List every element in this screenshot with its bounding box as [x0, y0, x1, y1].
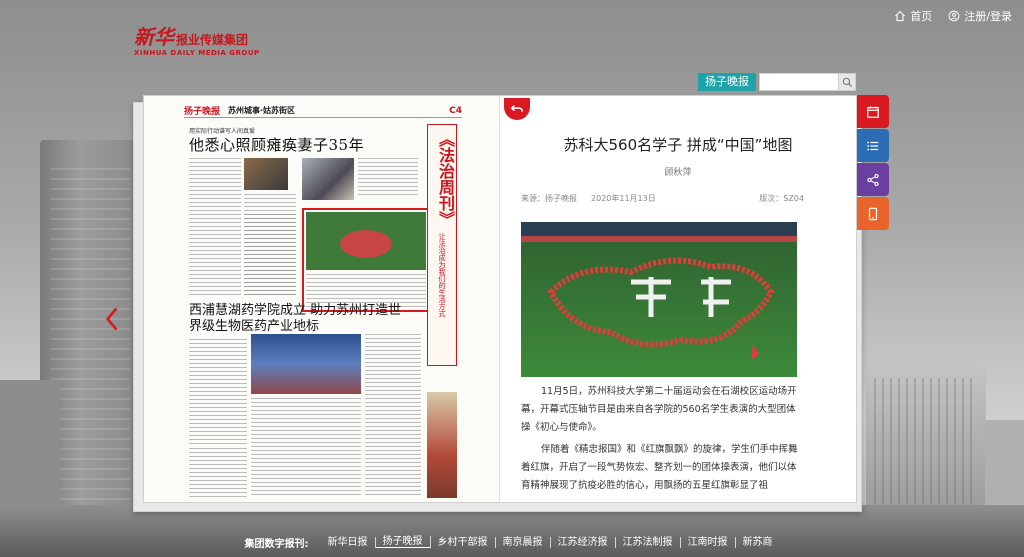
newspaper-page[interactable]: 扬子晚报 苏州城事·姑苏街区 C4 用实际行动谱写人间真爱 他悉心照顾瘫痪妻子3…	[144, 96, 499, 502]
footer-link-xinhua-daily[interactable]: 新华日报	[321, 536, 376, 548]
search-button[interactable]	[838, 74, 855, 90]
back-button[interactable]	[504, 98, 530, 120]
mobile-icon	[868, 207, 878, 220]
home-link-label: 首页	[910, 10, 933, 23]
logo-mark: 新华	[134, 25, 174, 49]
calendar-icon	[867, 105, 879, 118]
footer-link-yangtse-evening[interactable]: 扬子晚报	[375, 536, 431, 548]
newspaper-photo	[302, 158, 354, 200]
newspaper-masthead: 扬子晚报	[184, 107, 221, 117]
newspaper-ad-image	[427, 392, 457, 498]
footer-link-rural-cadre[interactable]: 乡村干部报	[431, 536, 496, 548]
article-meta: 来源：扬子晚报 2020年11月13日 版次：SZ04	[521, 193, 804, 204]
search-box	[759, 73, 856, 91]
share-button[interactable]	[857, 163, 889, 196]
catalog-button[interactable]	[857, 129, 889, 162]
article-paragraph: 伴随着《精忠报国》和《红旗飘飘》的旋律，学生们手中挥舞着红旗，开启了一段气势恢宏…	[521, 444, 798, 491]
background-building-right	[866, 364, 986, 520]
footer-link-jiangsu-economy[interactable]: 江苏经济报	[551, 536, 616, 548]
calendar-button[interactable]	[857, 95, 889, 128]
article-date: 2020年11月13日	[591, 194, 656, 203]
article-title: 苏科大560名学子 拼成“中国”地图	[563, 136, 793, 154]
footer-link-nanjing-morning[interactable]: 南京晨报	[496, 536, 551, 548]
home-link[interactable]: 首页	[894, 8, 932, 24]
top-nav: 首页 注册/登录	[894, 8, 1012, 24]
article-body: 11月5日，苏州科技大学第二十届运动会在石湖校区运动场开幕，开幕式压轴节目是由来…	[521, 383, 801, 499]
selected-article-highlight[interactable]	[302, 208, 430, 312]
return-arrow-icon	[510, 104, 524, 112]
newspaper-photo-ceremony	[251, 334, 361, 394]
newspaper-text-block	[365, 334, 421, 498]
share-icon	[867, 173, 879, 186]
article-page: 苏科大560名学子 拼成“中国”地图 顾秋萍 来源：扬子晚报 2020年11月1…	[499, 96, 856, 502]
login-link-label: 注册/登录	[964, 10, 1012, 23]
logo-cn-name: 报业传媒集团	[176, 33, 249, 47]
vertical-banner-subtitle: 让法治成为我们的生活方式	[438, 233, 446, 317]
home-icon	[895, 10, 906, 22]
prev-page-arrow[interactable]	[104, 305, 120, 333]
e-paper-book: 扬子晚报 苏州城事·姑苏街区 C4 用实际行动谱写人间真爱 他悉心照顾瘫痪妻子3…	[143, 95, 857, 503]
newspaper-headline-article[interactable]: 西浦慧湖药学院成立 助力苏州打造世界级生物医药产业地标	[189, 303, 409, 335]
vertical-banner-title: 《法治周刊》	[436, 131, 455, 227]
chevron-left-icon	[105, 307, 118, 331]
footer-paper-links: 集团数字报刊: 新华日报 扬子晚报 乡村干部报 南京晨报 江苏经济报 江苏法制报…	[0, 527, 1024, 557]
newspaper-vertical-banner: 《法治周刊》 让法治成为我们的生活方式	[427, 124, 457, 366]
newspaper-text-block	[244, 214, 296, 298]
paper-select-button[interactable]: 扬子晚报	[698, 73, 756, 91]
article-paragraph: 11月5日，苏州科技大学第二十届运动会在石湖校区运动场开幕，开幕式压轴节目是由来…	[521, 386, 797, 433]
newspaper-header: 扬子晚报 苏州城事·姑苏街区 C4	[184, 104, 462, 118]
newspaper-text-block	[251, 398, 361, 498]
footer-link-jiangsu-legal[interactable]: 江苏法制报	[616, 536, 681, 548]
side-toolbar	[857, 95, 889, 231]
site-logo[interactable]: 新华 报业传媒集团 XINHUA DAILY MEDIA GROUP	[134, 27, 260, 57]
article-source: 来源：扬子晚报	[521, 194, 577, 203]
newspaper-text-block	[189, 339, 247, 444]
newspaper-photo	[244, 158, 288, 190]
article-photo-china-map-formation	[521, 222, 797, 377]
footer-label: 集团数字报刊:	[244, 538, 309, 550]
newspaper-page-number: C4	[449, 105, 462, 116]
footer-link-jiangnan-times[interactable]: 江南时报	[681, 536, 736, 548]
background-building-left-small	[0, 380, 60, 520]
newspaper-text-block	[189, 448, 247, 498]
list-icon	[867, 141, 879, 150]
article-author: 顾秋萍	[664, 168, 692, 178]
footer-link-xin-su-shang[interactable]: 新苏商	[736, 537, 780, 548]
search-icon	[842, 77, 852, 87]
newspaper-headline-article[interactable]: 他悉心照顾瘫痪妻子35年	[189, 134, 364, 155]
newspaper-text-block	[358, 158, 418, 198]
article-page-number: 版次：SZ04	[759, 194, 804, 203]
login-link[interactable]: 注册/登录	[948, 8, 1012, 24]
mobile-button[interactable]	[857, 197, 889, 230]
newspaper-text-block	[189, 158, 241, 298]
user-icon	[948, 10, 960, 22]
search-input[interactable]	[760, 74, 838, 90]
newspaper-section: 苏州城事·姑苏街区	[228, 106, 296, 115]
logo-en-name: XINHUA DAILY MEDIA GROUP	[134, 49, 260, 57]
